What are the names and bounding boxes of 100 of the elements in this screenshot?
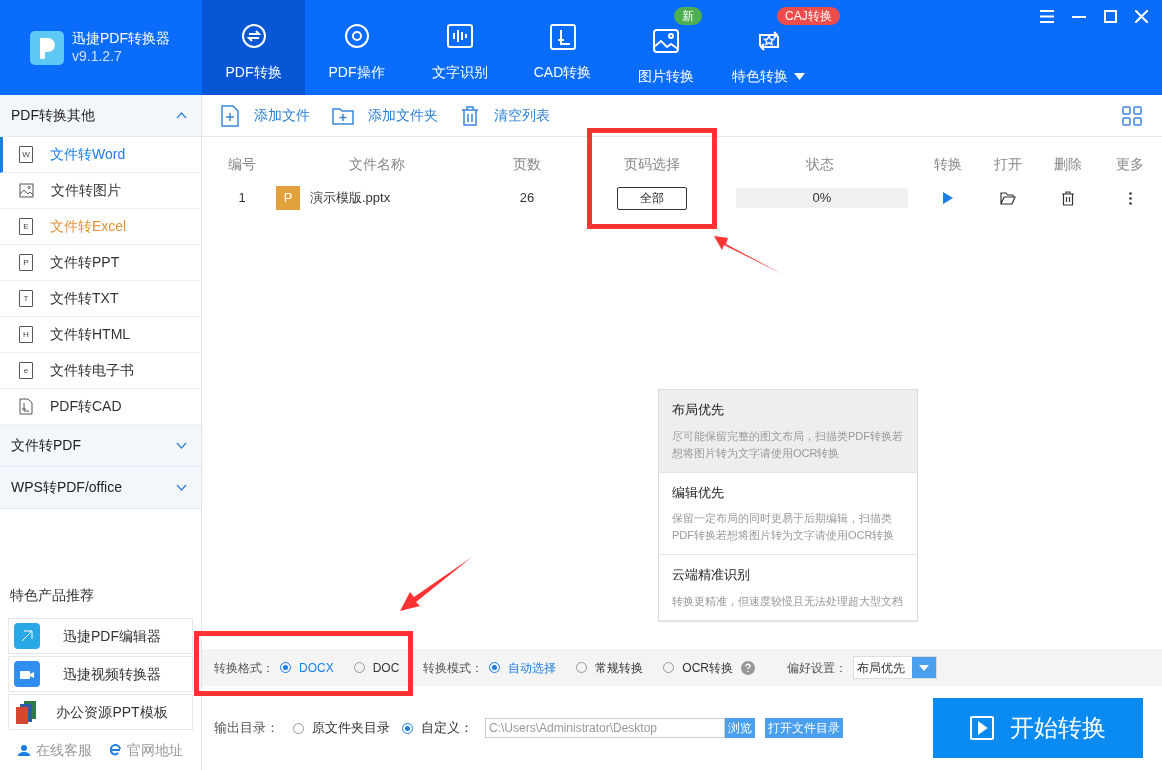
nav-tab-label: PDF操作 [328,63,385,82]
document-icon: H [19,326,33,343]
person-icon [18,744,31,756]
app-name: 迅捷PDF转换器 [72,30,170,48]
play-icon [970,716,994,740]
preference-option[interactable]: 布局优先 尽可能保留完整的图文布局，扫描类PDF转换若想将图片转为文字请使用OCR转换 [659,390,917,473]
tab-badge: 新 [674,7,702,25]
mode-label: 转换模式： [423,659,484,677]
option-title: 布局优先 [672,401,725,419]
output-option[interactable]: 自定义： [421,718,473,738]
column-header: 删除 [1053,155,1083,174]
nav-tab[interactable]: PDF操作 [305,0,408,95]
output-label: 输出目录： [214,719,279,738]
chevron-up-icon [176,112,187,119]
promo-title: 特色产品推荐 [9,586,95,605]
row-number: 1 [237,189,247,208]
app-version: v9.1.2.7 [72,47,123,65]
mode-option[interactable]: OCR转换 [682,658,733,677]
option-title: 编辑优先 [672,483,725,502]
format-label: 转换格式： [214,659,274,677]
cad-document-icon [19,398,33,415]
nav-tab-label: CAD转换 [533,63,592,82]
column-header: 更多 [1115,155,1145,174]
toolbar-button[interactable]: 添加文件 [220,104,310,127]
browser-e-icon [108,744,121,756]
sidebar-section-header[interactable]: 文件转PDF [0,425,201,467]
sidebar-item[interactable]: H 文件转HTML [0,317,201,353]
chevron-down-icon [176,442,187,449]
nav-tab[interactable]: PDF转换 [202,0,305,95]
image-icon [19,183,34,198]
sidebar-item[interactable]: W 文件转Word [0,137,201,173]
pptx-file-icon: P [276,186,300,210]
nav-tab[interactable]: 图片转换 [614,26,717,95]
play-icon[interactable] [943,192,953,204]
column-header: 转换 [933,155,963,174]
nav-tab[interactable]: 特色转换 [717,26,820,95]
format-option[interactable]: DOC [372,658,400,677]
option-description: 转换更精准，但速度较慢且无法处理超大型文档 [672,593,904,609]
document-icon: T [19,290,33,307]
minimize-icon[interactable] [1072,15,1086,18]
sidebar-item[interactable]: T 文件转TXT [0,281,201,317]
document-icon: P [19,254,33,271]
sidebar-item[interactable]: E 文件转Excel [0,209,201,245]
section-title: WPS转PDF/office [11,478,122,497]
page-range-button[interactable]: 全部 [617,186,687,210]
trash-icon [460,104,480,127]
promo-card[interactable]: 迅捷PDF编辑器 [8,618,193,654]
column-header: 打开 [993,155,1023,174]
help-icon[interactable] [741,660,755,675]
output-option[interactable]: 原文件夹目录 [312,718,390,738]
image-icon [650,26,681,56]
app-logo [30,30,64,65]
column-header: 状态 [805,155,835,174]
folder-icon[interactable] [1000,191,1016,205]
option-description: 保留一定布局的同时更易于后期编辑，扫描类PDF转换若想将图片转为文字请使用OCR转换 [672,511,896,543]
nav-tab-label: PDF转换 [225,63,282,82]
sidebar-item[interactable]: P 文件转PPT [0,245,201,281]
close-icon[interactable] [1135,10,1148,23]
nav-tab-label: 图片转换 [637,67,694,86]
table-row[interactable]: 1 P 演示模版.pptx 26 全部 0% [202,175,1162,221]
document-icon: W [19,146,33,163]
nav-tab-label: 文字识别 [431,63,488,82]
column-header: 编号 [227,155,257,174]
nav-tab[interactable]: CAD转换 [511,0,614,95]
chevron-down-icon [176,484,187,491]
file-name: 演示模版.pptx [310,189,391,208]
mode-option[interactable]: 常规转换 [595,658,644,677]
mode-option[interactable]: 自动选择 [508,658,557,677]
video-converter-icon [14,661,40,687]
more-icon[interactable] [1128,191,1132,205]
column-header: 页码选择 [623,155,681,174]
sidebar-item[interactable]: e 文件转电子书 [0,353,201,389]
column-header: 文件名称 [348,155,406,174]
option-title: 云端精准识别 [672,566,751,584]
nav-tab-label: 特色转换 [732,66,805,87]
column-header: 页数 [512,155,542,174]
format-option[interactable]: DOCX [299,658,334,677]
add-file-icon [220,104,240,127]
page-count: 26 [518,189,536,208]
nav-tab[interactable]: 文字识别 [408,0,511,95]
section-title: 文件转PDF [11,436,81,455]
section-title: PDF转换其他 [11,106,95,125]
progress-text: 0% [812,189,832,208]
toolbar-button[interactable]: 添加文件夹 [332,104,438,127]
sidebar-item[interactable]: 文件转图片 [0,173,201,209]
sidebar-section-header[interactable]: PDF转换其他 [0,95,201,137]
preference-label: 偏好设置： [787,659,847,677]
promo-card[interactable]: 迅捷视频转换器 [8,656,193,692]
grid-view-icon[interactable] [1122,105,1142,126]
sidebar-section-header[interactable]: WPS转PDF/office [0,467,201,509]
document-icon: e [19,362,33,379]
toolbar-button[interactable]: 清空列表 [460,104,550,127]
start-convert-button[interactable]: 开始转换 [933,698,1143,758]
preference-select[interactable]: 布局优先 [853,656,937,679]
promo-card[interactable]: 办公资源PPT模板 [8,694,193,730]
document-icon: E [19,218,33,235]
menu-icon[interactable] [1040,10,1054,23]
trash-icon[interactable] [1061,190,1075,206]
maximize-icon[interactable] [1104,10,1117,23]
tab-badge: CAJ转换 [777,7,840,25]
